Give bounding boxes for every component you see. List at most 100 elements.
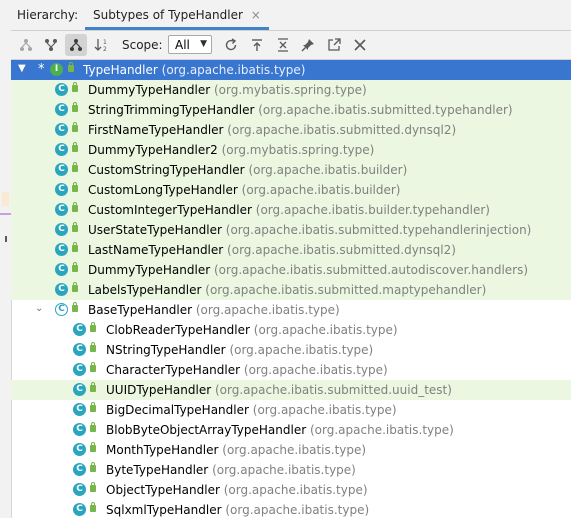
class-name: CharacterTypeHandler <box>106 363 241 377</box>
scope-value: All <box>175 38 190 52</box>
class-icon: C <box>55 283 68 296</box>
lock-icon <box>72 242 78 252</box>
class-label: CustomIntegerTypeHandler (org.apache.iba… <box>88 203 490 217</box>
class-package: (org.apache.ibatis.type) <box>253 323 398 337</box>
open-in-window-icon[interactable] <box>323 34 345 56</box>
class-name: CustomIntegerTypeHandler <box>88 203 252 217</box>
tree-item[interactable]: C UUIDTypeHandler (org.apache.ibatis.sub… <box>11 380 571 400</box>
hierarchy-header: Hierarchy: Subtypes of TypeHandler × <box>11 0 571 31</box>
refresh-icon[interactable] <box>220 34 242 56</box>
expand-all-icon[interactable] <box>272 34 294 56</box>
chevron-down-icon[interactable]: ▼ <box>18 63 26 74</box>
tree-item[interactable]: C MonthTypeHandler (org.apache.ibatis.ty… <box>11 440 571 460</box>
hierarchy-toolbar: 12 Scope: All ▼ <box>11 31 571 60</box>
class-icon: C <box>73 503 86 516</box>
class-name: BigDecimalTypeHandler <box>106 403 249 417</box>
lock-icon <box>90 422 96 432</box>
close-icon[interactable] <box>349 34 371 56</box>
lock-icon <box>72 222 78 232</box>
tree-item[interactable]: C DummyTypeHandler2 (org.mybatis.spring.… <box>11 140 571 160</box>
supertypes-hierarchy-icon[interactable] <box>40 34 62 56</box>
tree-item[interactable]: C CharacterTypeHandler (org.apache.ibati… <box>11 360 571 380</box>
chevron-down-icon: ▼ <box>200 39 207 49</box>
gutter-marker <box>5 236 7 242</box>
tree-item[interactable]: C FirstNameTypeHandler (org.apache.ibati… <box>11 120 571 140</box>
gutter-marker <box>2 192 9 206</box>
lock-icon <box>90 502 96 512</box>
tree-item[interactable]: C BigDecimalTypeHandler (org.apache.ibat… <box>11 400 571 420</box>
class-name: DummyTypeHandler <box>88 83 211 97</box>
class-package: (org.apache.ibatis.builder.typehandler) <box>255 203 490 217</box>
pin-icon[interactable] <box>297 34 319 56</box>
tree-item[interactable]: C DummyTypeHandler (org.apache.ibatis.su… <box>11 260 571 280</box>
class-icon: C <box>73 343 86 356</box>
interface-icon: I <box>50 63 63 76</box>
class-name: BlobByteObjectArrayTypeHandler <box>106 423 307 437</box>
lock-icon <box>72 262 78 272</box>
class-label: DummyTypeHandler2 (org.mybatis.spring.ty… <box>88 143 374 157</box>
class-package: (org.apache.ibatis.submitted.maptypehand… <box>205 283 487 297</box>
class-icon: C <box>73 383 86 396</box>
class-label: CharacterTypeHandler (org.apache.ibatis.… <box>106 363 388 377</box>
class-label: DummyTypeHandler (org.mybatis.spring.typ… <box>88 83 367 97</box>
class-name: LabelsTypeHandler <box>88 283 202 297</box>
sort-alphabetically-icon[interactable]: 12 <box>91 34 113 56</box>
class-icon: C <box>55 203 68 216</box>
class-package: (org.apache.ibatis.builder) <box>241 183 401 197</box>
tree-item[interactable]: C SqlxmlTypeHandler (org.apache.ibatis.t… <box>11 500 571 520</box>
class-name: ClobReaderTypeHandler <box>106 323 250 337</box>
class-package: (org.apache.ibatis.submitted.typehandler… <box>225 223 532 237</box>
lock-icon <box>90 322 96 332</box>
tree-item[interactable]: C ByteTypeHandler (org.apache.ibatis.typ… <box>11 460 571 480</box>
class-label: TypeHandler (org.apache.ibatis.type) <box>83 63 305 77</box>
scope-label: Scope: <box>122 38 163 52</box>
lock-icon <box>90 482 96 492</box>
class-hierarchy-icon[interactable] <box>15 34 37 56</box>
class-icon: C <box>55 243 68 256</box>
tree-item[interactable]: C LastNameTypeHandler (org.apache.ibatis… <box>11 240 571 260</box>
class-package: (org.apache.ibatis.type) <box>212 463 356 477</box>
tree-item[interactable]: C LabelsTypeHandler (org.apache.ibatis.s… <box>11 280 571 300</box>
scope-dropdown[interactable]: All ▼ <box>168 35 212 54</box>
class-icon: C <box>73 403 86 416</box>
class-label: CustomStringTypeHandler (org.apache.ibat… <box>88 163 407 177</box>
export-icon[interactable] <box>246 34 268 56</box>
tab-close-icon[interactable]: × <box>251 8 261 22</box>
class-package: (org.apache.ibatis.submitted.uuid_test) <box>215 383 452 397</box>
svg-text:1: 1 <box>103 39 107 46</box>
class-package: (org.apache.ibatis.submitted.dynsql2) <box>227 243 456 257</box>
tree-item[interactable]: C CustomLongTypeHandler (org.apache.ibat… <box>11 180 571 200</box>
tree-item[interactable]: C NStringTypeHandler (org.apache.ibatis.… <box>11 340 571 360</box>
gutter-marker <box>0 213 11 215</box>
tree-item[interactable]: C ObjectTypeHandler (org.apache.ibatis.t… <box>11 480 571 500</box>
tree-item[interactable]: C CustomStringTypeHandler (org.apache.ib… <box>11 160 571 180</box>
tree-root-typehandler[interactable]: ▼ * I TypeHandler (org.apache.ibatis.typ… <box>11 60 571 80</box>
class-label: DummyTypeHandler (org.apache.ibatis.subm… <box>88 263 528 277</box>
class-name: NStringTypeHandler <box>106 343 226 357</box>
lock-icon <box>90 382 96 392</box>
class-label: UUIDTypeHandler (org.apache.ibatis.submi… <box>106 383 452 397</box>
tree-item[interactable]: C BlobByteObjectArrayTypeHandler (org.ap… <box>11 420 571 440</box>
class-icon: C <box>73 463 86 476</box>
tree-item[interactable]: C StringTrimmingTypeHandler (org.apache.… <box>11 100 571 120</box>
tree-item[interactable]: C ClobReaderTypeHandler (org.apache.ibat… <box>11 320 571 340</box>
tree-item[interactable]: C CustomIntegerTypeHandler (org.apache.i… <box>11 200 571 220</box>
tree-item-basetypehandler[interactable]: ⌄ C BaseTypeHandler (org.apache.ibatis.t… <box>11 300 571 320</box>
class-label: LabelsTypeHandler (org.apache.ibatis.sub… <box>88 283 486 297</box>
chevron-down-icon[interactable]: ⌄ <box>35 303 43 314</box>
class-icon: C <box>73 443 86 456</box>
class-name: UUIDTypeHandler <box>106 383 212 397</box>
subtypes-hierarchy-icon[interactable] <box>65 34 87 56</box>
class-icon: C <box>55 83 68 96</box>
class-package: (org.apache.ibatis.type) <box>229 343 374 357</box>
tree-item[interactable]: C UserStateTypeHandler (org.apache.ibati… <box>11 220 571 240</box>
class-icon: C <box>55 223 68 236</box>
lock-icon <box>72 202 78 212</box>
tree-item[interactable]: C DummyTypeHandler (org.mybatis.spring.t… <box>11 80 571 100</box>
class-label: ByteTypeHandler (org.apache.ibatis.type) <box>106 463 356 477</box>
class-name: StringTrimmingTypeHandler <box>88 103 255 117</box>
tab-subtypes-of-typehandler[interactable]: Subtypes of TypeHandler × <box>85 0 269 30</box>
hierarchy-label: Hierarchy: <box>17 8 79 22</box>
lock-icon <box>72 302 78 312</box>
class-label: NStringTypeHandler (org.apache.ibatis.ty… <box>106 343 373 357</box>
